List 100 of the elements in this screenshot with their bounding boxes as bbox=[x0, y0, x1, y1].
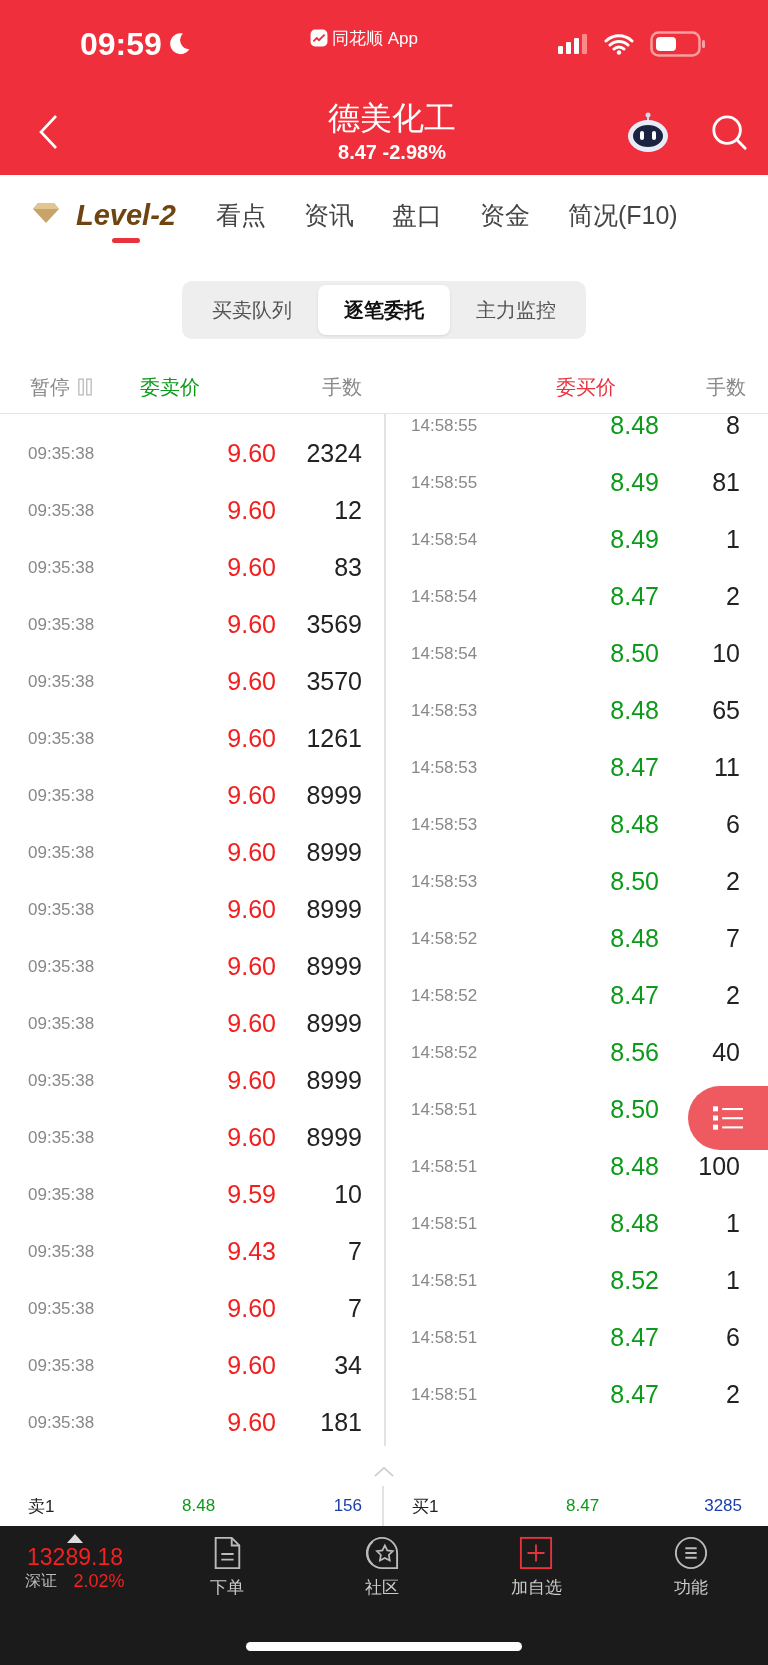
order-quantity: 10 bbox=[334, 1180, 362, 1209]
toolbar-label[interactable]: 下单 bbox=[210, 1576, 245, 1599]
order-time: 09:35:38 bbox=[28, 500, 96, 521]
order-quantity: 8999 bbox=[306, 781, 362, 810]
order-price: 8.48 bbox=[609, 1209, 659, 1238]
order-time: 14:58:51 bbox=[411, 1213, 479, 1234]
order-quantity: 7 bbox=[726, 924, 740, 953]
search-icon[interactable] bbox=[710, 112, 748, 151]
add-icon[interactable] bbox=[519, 1536, 554, 1570]
order-price: 8.48 bbox=[609, 924, 659, 953]
order-price: 9.60 bbox=[226, 1408, 276, 1437]
order-quantity: 1 bbox=[726, 1209, 740, 1238]
quote-price: 8.47 bbox=[566, 1496, 600, 1516]
segment-tab[interactable]: 主力监控 bbox=[450, 285, 582, 335]
order-price: 9.60 bbox=[226, 838, 276, 867]
order-quantity: 8999 bbox=[306, 895, 362, 924]
index-change: 2.02% bbox=[73, 1571, 125, 1592]
order-price: 9.60 bbox=[226, 610, 276, 639]
segment-tab[interactable]: 逐笔委托 bbox=[318, 285, 450, 335]
order-price: 8.48 bbox=[609, 1152, 659, 1181]
order-price: 8.47 bbox=[609, 981, 659, 1010]
tab[interactable]: 看点 bbox=[215, 197, 266, 243]
order-time: 09:35:38 bbox=[28, 1298, 96, 1319]
index-name: 深证 bbox=[25, 1571, 58, 1591]
order-price: 9.60 bbox=[226, 1123, 276, 1152]
order-time: 09:35:38 bbox=[28, 1355, 96, 1376]
tab[interactable]: 资金 bbox=[479, 197, 530, 243]
list-menu-button[interactable] bbox=[688, 1086, 768, 1150]
order-quantity: 83 bbox=[334, 553, 362, 582]
order-time: 09:35:38 bbox=[28, 785, 96, 806]
order-price: 9.60 bbox=[226, 667, 276, 696]
order-quantity: 34 bbox=[334, 1351, 362, 1380]
order-quantity: 8 bbox=[726, 414, 740, 440]
app-logo-icon bbox=[310, 29, 328, 47]
tab[interactable]: Level-2 bbox=[76, 197, 176, 243]
toolbar-label[interactable]: 功能 bbox=[673, 1576, 708, 1599]
order-quantity: 100 bbox=[698, 1152, 740, 1181]
order-price: 9.60 bbox=[226, 781, 276, 810]
order-time: 14:58:55 bbox=[411, 415, 479, 436]
segment-tab[interactable]: 买卖队列 bbox=[186, 285, 318, 335]
order-time: 14:58:53 bbox=[411, 871, 479, 892]
order-price: 8.48 bbox=[609, 810, 659, 839]
order-price: 9.60 bbox=[226, 1009, 276, 1038]
order-time: 14:58:54 bbox=[411, 529, 479, 550]
tab[interactable]: 简况(F10) bbox=[567, 197, 678, 243]
order-time: 09:35:38 bbox=[28, 1412, 96, 1433]
order-price: 9.60 bbox=[226, 1066, 276, 1095]
order-quantity: 8999 bbox=[306, 1066, 362, 1095]
toolbar-label[interactable]: 加自选 bbox=[510, 1576, 562, 1599]
order-quantity: 8999 bbox=[306, 1009, 362, 1038]
index-value: 13289.18 bbox=[27, 1543, 123, 1571]
order-time: 09:35:38 bbox=[28, 956, 96, 977]
order-time: 09:35:38 bbox=[28, 557, 96, 578]
signal-icon bbox=[558, 34, 588, 54]
order-time: 09:35:38 bbox=[28, 899, 96, 920]
order-time: 14:58:52 bbox=[411, 928, 479, 949]
back-icon[interactable] bbox=[38, 113, 58, 150]
quote-quantity: 3285 bbox=[704, 1496, 742, 1516]
order-price: 9.60 bbox=[226, 1294, 276, 1323]
tab[interactable]: 盘口 bbox=[391, 197, 442, 243]
order-quantity: 10 bbox=[712, 639, 740, 668]
order-quantity: 8999 bbox=[306, 1123, 362, 1152]
order-time: 09:35:38 bbox=[28, 1241, 96, 1262]
column-header: 委买价 bbox=[556, 374, 617, 400]
order-price: 8.49 bbox=[609, 468, 659, 497]
star-bubble-icon[interactable] bbox=[364, 1536, 399, 1570]
stock-name: 德美化工 bbox=[328, 98, 456, 138]
order-time: 09:35:38 bbox=[28, 1184, 96, 1205]
order-price: 8.47 bbox=[609, 1380, 659, 1409]
order-time: 14:58:53 bbox=[411, 814, 479, 835]
list-icon[interactable] bbox=[711, 1103, 745, 1133]
order-quantity: 11 bbox=[714, 753, 740, 782]
column-header: 委卖价 bbox=[140, 374, 201, 400]
status-time: 09:59 bbox=[80, 25, 162, 63]
quote-price: 8.48 bbox=[182, 1496, 216, 1516]
order-price: 8.50 bbox=[609, 867, 659, 896]
quote-label: 买1 bbox=[412, 1495, 440, 1518]
order-quantity: 3570 bbox=[306, 667, 362, 696]
order-quantity: 2 bbox=[726, 582, 740, 611]
order-time: 09:35:38 bbox=[28, 1013, 96, 1034]
order-price: 8.47 bbox=[609, 1323, 659, 1352]
toolbar-label[interactable]: 社区 bbox=[364, 1576, 399, 1599]
order-time: 09:35:38 bbox=[28, 614, 96, 635]
order-quantity: 6 bbox=[726, 1323, 740, 1352]
order-time: 09:35:38 bbox=[28, 443, 96, 464]
app-name: 同花顺 App bbox=[332, 27, 418, 50]
order-time: 09:35:38 bbox=[28, 842, 96, 863]
order-time: 14:58:55 bbox=[411, 472, 479, 493]
quote-label: 卖1 bbox=[28, 1495, 56, 1518]
order-price: 9.60 bbox=[226, 952, 276, 981]
order-time: 14:58:51 bbox=[411, 1270, 479, 1291]
order-price: 9.60 bbox=[226, 439, 276, 468]
column-header: 手数 bbox=[706, 374, 746, 400]
menu-icon[interactable] bbox=[673, 1536, 708, 1570]
pause-label[interactable]: 暂停 bbox=[30, 373, 70, 401]
column-header: 手数 bbox=[322, 374, 362, 400]
order-quantity: 40 bbox=[712, 1038, 740, 1067]
order-quantity: 81 bbox=[712, 468, 740, 497]
battery-icon bbox=[650, 31, 706, 57]
tab[interactable]: 资讯 bbox=[303, 197, 354, 243]
